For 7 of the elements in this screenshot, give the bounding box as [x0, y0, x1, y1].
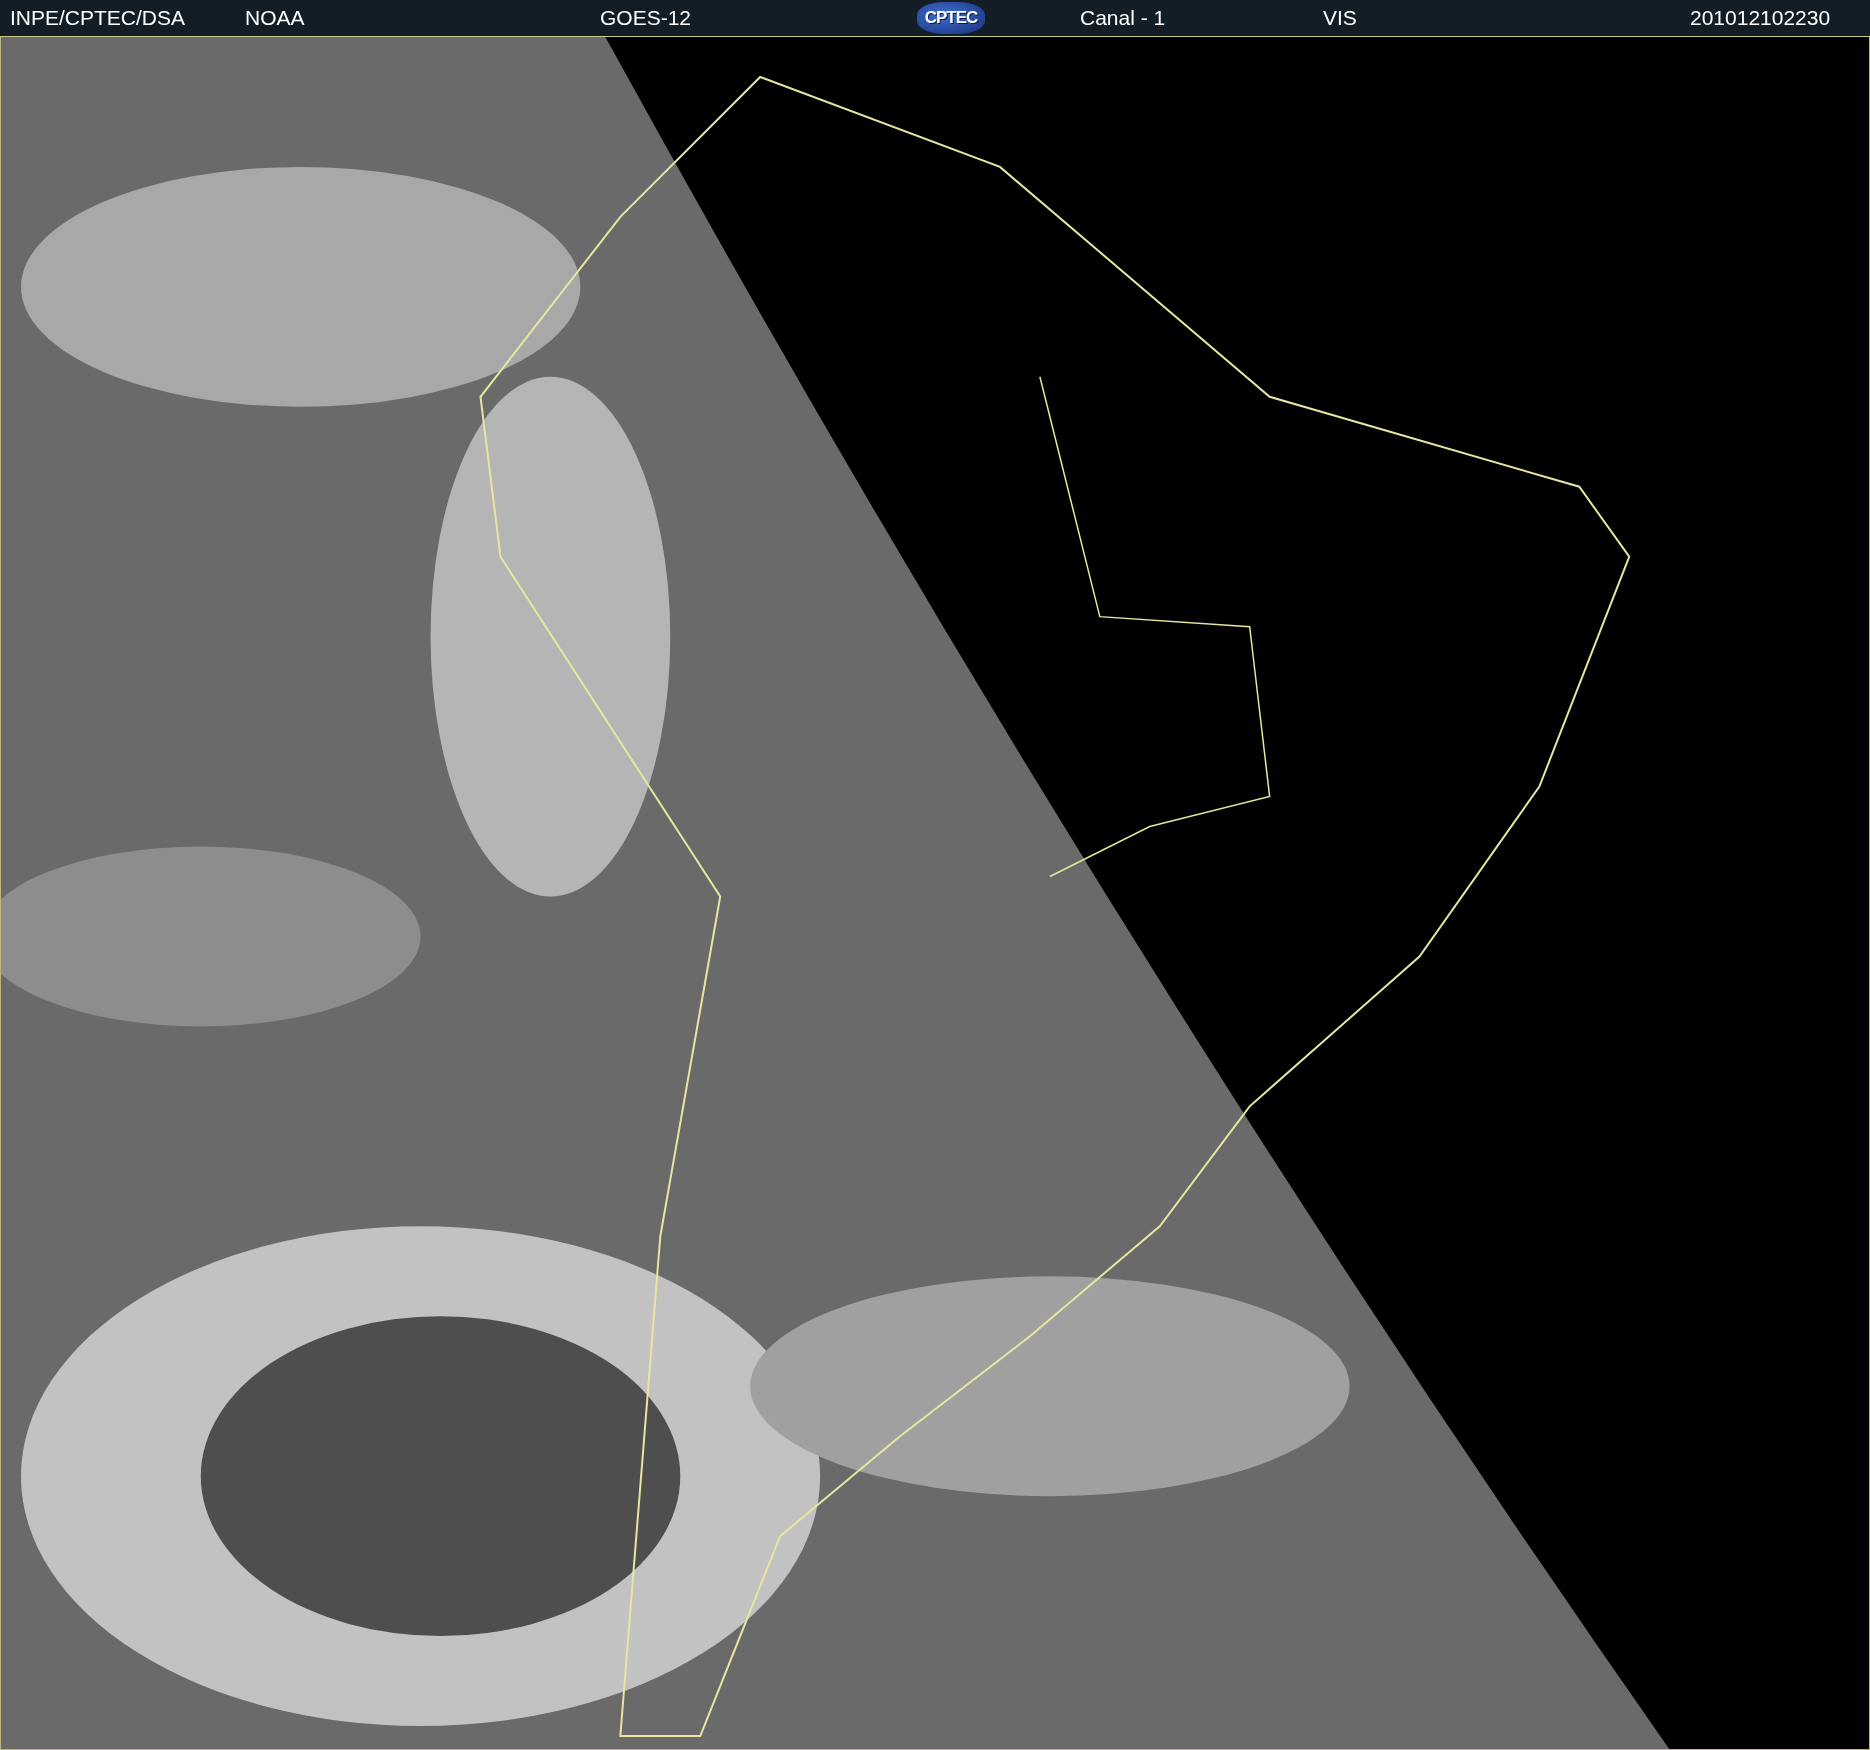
header-label: 201012102230 [1690, 6, 1831, 30]
header-label: Canal - 1 [1080, 6, 1166, 30]
logo: CPTEC [917, 2, 985, 34]
header-label: VIS [1323, 6, 1357, 30]
header-label: INPE/CPTEC/DSA [10, 6, 186, 30]
header-label: NOAA [245, 6, 305, 30]
header-label: GOES-12 [600, 6, 692, 30]
